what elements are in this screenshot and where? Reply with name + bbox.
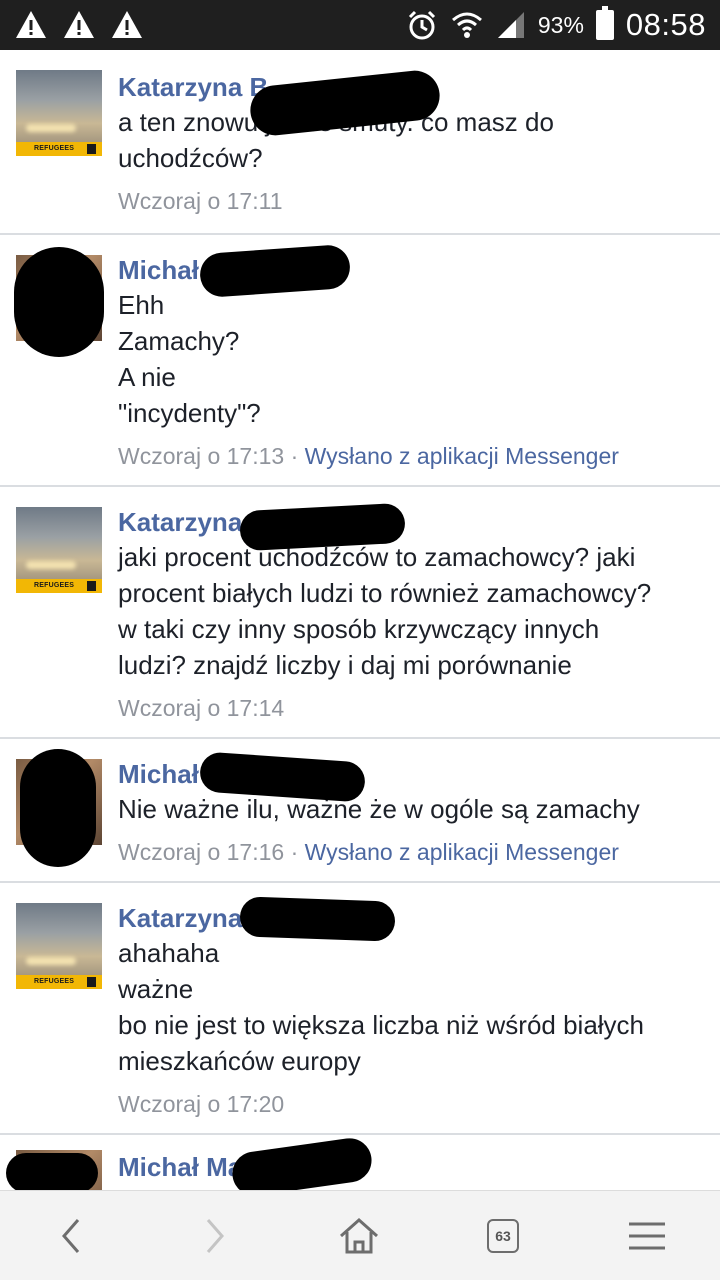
redaction — [239, 896, 396, 942]
battery-percent: 93% — [537, 11, 584, 38]
comment-text: ahahaha ważne bo nie jest to większa lic… — [118, 935, 700, 1079]
comment-text: jaki procent uchodźców to zamachowcy? ja… — [118, 539, 700, 683]
avatar[interactable]: REFUGEES — [16, 903, 102, 989]
home-icon — [340, 1217, 378, 1254]
comment-line: Nie ważne ilu, ważne że w ogóle są zamac… — [118, 794, 640, 824]
back-button[interactable] — [46, 1211, 96, 1261]
warning-icon — [16, 11, 46, 38]
comment-meta: Wczoraj o 17:20 — [118, 1089, 700, 1119]
comment-meta: Wczoraj o 17:14 — [118, 693, 700, 723]
home-button[interactable] — [334, 1211, 384, 1261]
menu-button[interactable] — [622, 1211, 672, 1261]
status-bar: 93% 08:58 — [0, 0, 720, 50]
comment-line: ludzi? znajdź liczby i daj mi porównanie — [118, 650, 572, 680]
redaction — [14, 247, 104, 357]
comment-line: ważne — [118, 974, 194, 1004]
commenter-name[interactable]: Katarzyna — [118, 901, 700, 935]
comment-line: procent białych ludzi to również zamacho… — [118, 578, 652, 608]
comment-line: bo nie jest to większa liczba niż wśród … — [118, 1010, 645, 1040]
status-right: 93% 08:58 — [406, 0, 706, 50]
forward-button[interactable] — [190, 1211, 240, 1261]
sent-via-messenger-link[interactable]: Wysłano z aplikacji Messenger — [305, 839, 619, 865]
avatar[interactable]: REFUGEES — [16, 507, 102, 593]
comment-line: mieszkańców europy — [118, 1046, 361, 1076]
hamburger-menu-icon — [629, 1222, 665, 1250]
redaction — [6, 1153, 98, 1193]
back-arrow-icon — [62, 1219, 80, 1253]
comment-meta: Wczoraj o 17:13 · Wysłano z aplikacji Me… — [118, 441, 700, 471]
tab-count: 63 — [487, 1219, 519, 1253]
browser-bottom-nav: 63 — [0, 1190, 720, 1280]
comment-time[interactable]: Wczoraj o 17:13 — [118, 443, 284, 469]
tabs-button[interactable]: 63 — [478, 1211, 528, 1261]
battery-icon — [595, 6, 614, 40]
comment-line: uchodźców? — [118, 143, 263, 173]
comment: REFUGEES Katarzyna jaki procent uchodźcó… — [0, 487, 720, 739]
comment: Michał Ehh Zamachy? A nie "incydenty"? W… — [0, 235, 720, 487]
commenter-name[interactable]: Katarzyna — [118, 505, 700, 539]
comment: REFUGEES Katarzyna ahahaha ważne bo nie … — [0, 883, 720, 1135]
comment-line: A nie — [118, 362, 176, 392]
comment-line: jaki procent uchodźców to zamachowcy? ja… — [118, 542, 636, 572]
comment-line: Zamachy? — [118, 326, 240, 356]
comment-time[interactable]: Wczoraj o 17:11 — [118, 188, 282, 214]
comment-list: REFUGEES Katarzyna B a ten znowu jakieś … — [0, 50, 720, 1236]
comment-time[interactable]: Wczoraj o 17:16 — [118, 839, 284, 865]
meta-separator: · — [290, 839, 299, 865]
comment-line: "incydenty"? — [118, 398, 261, 428]
comment: REFUGEES Katarzyna B a ten znowu jakieś … — [0, 50, 720, 235]
meta-separator: · — [290, 443, 299, 469]
redaction — [20, 749, 96, 867]
comment-text: Ehh Zamachy? A nie "incydenty"? — [118, 287, 700, 431]
sent-via-messenger-link[interactable]: Wysłano z aplikacji Messenger — [305, 443, 619, 469]
comment-text: Nie ważne ilu, ważne że w ogóle są zamac… — [118, 791, 700, 827]
comment-line: ahahaha — [118, 938, 220, 968]
clock: 08:58 — [625, 7, 706, 42]
warning-icon — [64, 11, 94, 38]
warning-icon — [112, 11, 142, 38]
avatar-caption: REFUGEES — [34, 582, 75, 589]
forward-arrow-icon — [206, 1219, 224, 1253]
comment-time[interactable]: Wczoraj o 17:20 — [118, 1091, 284, 1117]
signal-icon — [497, 12, 524, 38]
wifi-icon — [451, 12, 482, 38]
comment-line: w taki czy inny sposób krzywczący innych — [118, 614, 600, 644]
comment-line: Ehh — [118, 290, 165, 320]
comment-meta: Wczoraj o 17:11 — [118, 186, 700, 216]
comment-meta: Wczoraj o 17:16 · Wysłano z aplikacji Me… — [118, 837, 700, 867]
comment-time[interactable]: Wczoraj o 17:14 — [118, 695, 284, 721]
comment: Michał Nie ważne ilu, ważne że w ogóle s… — [0, 739, 720, 883]
avatar-caption: REFUGEES — [34, 978, 75, 985]
avatar[interactable]: REFUGEES — [16, 70, 102, 156]
avatar-caption: REFUGEES — [34, 145, 75, 152]
comment: Michał Ma — [0, 1135, 720, 1236]
commenter-name[interactable]: Michał Ma — [118, 1150, 700, 1184]
alarm-icon — [408, 10, 435, 40]
